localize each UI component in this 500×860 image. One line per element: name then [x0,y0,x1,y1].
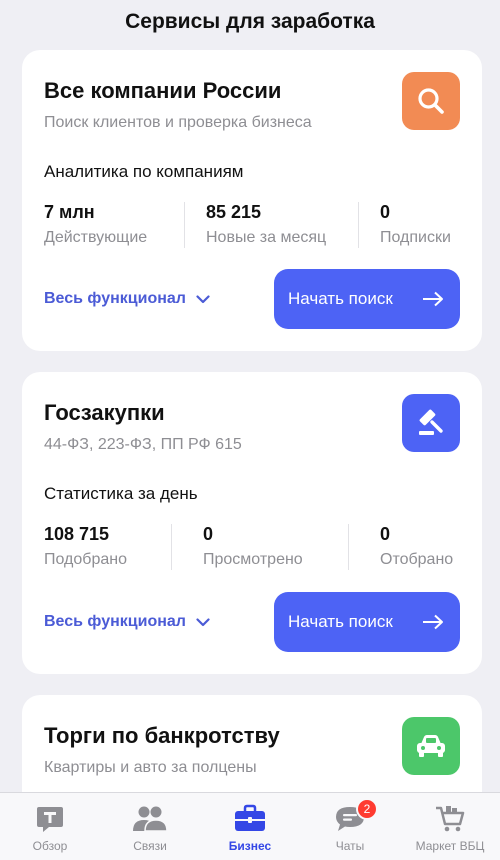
stat-value: 0 [380,524,391,544]
all-features-link[interactable]: Весь функционал [44,290,210,308]
stat-divider [358,202,359,248]
card-title: Все компании России [44,78,282,103]
tab-contacts[interactable]: Связи [100,793,200,860]
card-title: Госзакупки [44,400,165,425]
tab-chats[interactable]: 2 Чаты [300,793,400,860]
tab-market[interactable]: Маркет ВБЦ [400,793,500,860]
overview-icon [35,803,65,835]
tab-label: Маркет ВБЦ [415,839,485,853]
stat-value: 0 [203,524,214,544]
stat-subscriptions: 0 Подписки [380,202,451,252]
chat-badge: 2 [356,798,378,820]
stat-value: 85 215 [206,202,262,222]
chevron-down-icon [196,617,210,626]
tab-label: Связи [133,839,167,853]
cart-icon [434,803,466,835]
all-features-label: Весь функционал [44,290,186,307]
start-search-button[interactable]: Начать поиск [274,592,460,652]
stat-value: 7 млн [44,202,95,222]
tab-label: Бизнес [228,839,272,853]
stats-row: 108 715 Подобрано 0 Просмотрено 0 Отобра… [44,524,482,574]
card-title: Торги по банкротству [44,723,280,748]
stat-label: Подписки [380,229,451,246]
stat-divider [184,202,185,248]
page-title: Сервисы для заработка [125,10,375,33]
stat-divider [171,524,172,570]
stat-viewed: 0 Просмотрено [203,524,303,574]
stat-selected: 0 Отобрано [380,524,453,574]
gavel-icon [402,394,460,452]
stat-value: 108 715 [44,524,110,544]
chevron-down-icon [196,294,210,303]
briefcase-icon [233,803,267,835]
card-subtitle: Поиск клиентов и проверка бизнеса [44,114,312,131]
card-public-procurement[interactable]: Госзакупки 44-ФЗ, 223-ФЗ, ПП РФ 615 Стат… [22,372,482,674]
chat-icon: 2 [334,798,378,835]
stat-label: Просмотрено [203,551,303,568]
arrow-right-icon [423,291,443,307]
stat-matched: 108 715 Подобрано [44,524,127,574]
search-icon [402,72,460,130]
stat-divider [348,524,349,570]
all-features-link[interactable]: Весь функционал [44,613,210,631]
stat-label: Отобрано [380,551,454,568]
arrow-right-icon [423,614,443,630]
stat-active: 7 млн Действующие [44,202,147,252]
tab-business[interactable]: Бизнес [200,793,300,860]
tab-overview[interactable]: Обзор [0,793,100,860]
card-subtitle: 44-ФЗ, 223-ФЗ, ПП РФ 615 [44,436,242,453]
stat-new-month: 85 215 Новые за месяц [206,202,326,252]
card-subtitle: Квартиры и авто за полцены [44,759,257,776]
tab-label: Чаты [335,839,365,853]
stat-value: 0 [380,202,391,222]
section-label: Статистика за день [44,484,198,503]
all-features-label: Весь функционал [44,613,186,630]
start-search-label: Начать поиск [288,612,393,631]
stat-label: Новые за месяц [206,229,327,246]
bottom-tab-bar: Обзор Связи Бизнес 2 Чаты Маркет ВБЦ [0,792,500,860]
contacts-icon [132,803,168,835]
card-all-companies[interactable]: Все компании России Поиск клиентов и про… [22,50,482,351]
stat-label: Подобрано [44,551,127,568]
stats-row: 7 млн Действующие 85 215 Новые за месяц … [44,202,482,252]
car-icon [402,717,460,775]
stat-label: Действующие [44,229,148,246]
section-label: Аналитика по компаниям [44,162,244,181]
start-search-button[interactable]: Начать поиск [274,269,460,329]
start-search-label: Начать поиск [288,289,393,308]
tab-label: Обзор [32,839,68,853]
